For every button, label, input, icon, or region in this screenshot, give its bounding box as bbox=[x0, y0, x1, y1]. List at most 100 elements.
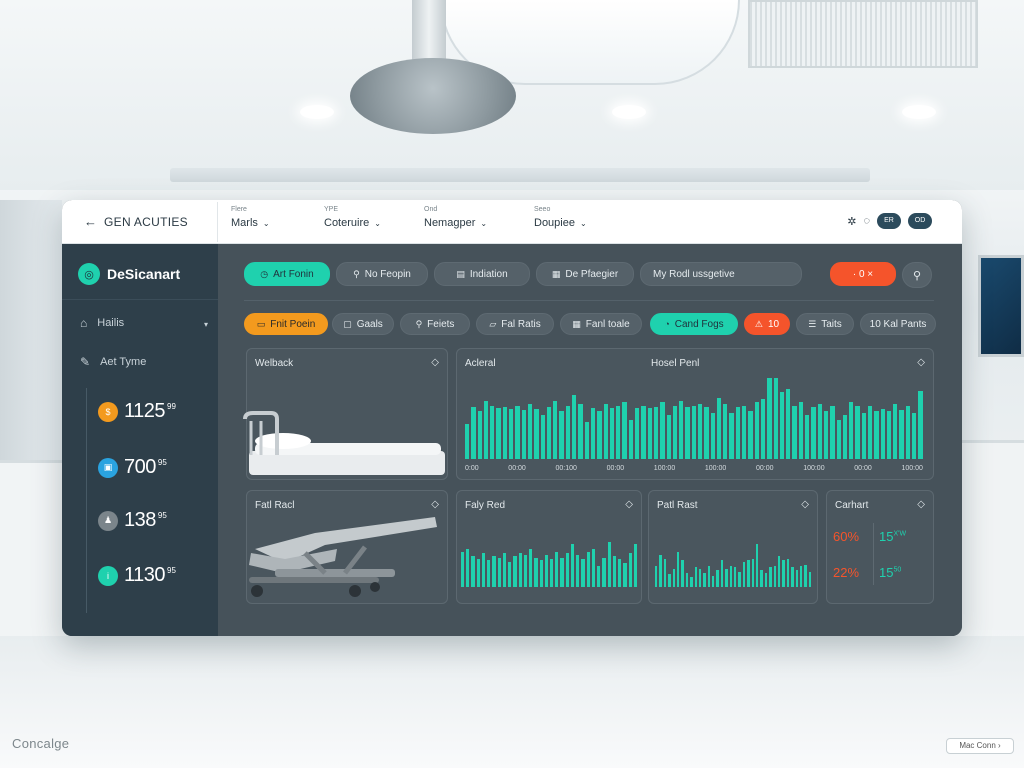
chart-bar bbox=[799, 566, 803, 587]
chart-bar bbox=[760, 570, 763, 587]
folder-icon: ▱ bbox=[489, 318, 497, 329]
chart-bar bbox=[735, 407, 741, 459]
stat-2[interactable]: ▣ 700 95 bbox=[98, 456, 167, 479]
chart-bar bbox=[729, 566, 733, 587]
chart-bar bbox=[723, 403, 728, 459]
expand-icon[interactable]: ◇ bbox=[917, 499, 925, 510]
left-wall-panel bbox=[0, 200, 62, 460]
tab-kal-pants[interactable]: 10 Kal Pants bbox=[860, 313, 936, 335]
chart-bar bbox=[476, 559, 480, 587]
x-tick-label: 100:00 bbox=[653, 465, 676, 472]
tab-de-pfaegier[interactable]: ▦ De Pfaegier bbox=[536, 262, 634, 286]
top-pill-er[interactable]: ER bbox=[877, 213, 901, 229]
search-input[interactable]: My Rodl ussgetive bbox=[640, 262, 802, 286]
home-icon: ⌂ bbox=[80, 316, 88, 330]
tab-fal-ratis[interactable]: ▱ Fal Ratis bbox=[476, 313, 554, 335]
expand-icon[interactable]: ◇ bbox=[801, 499, 809, 510]
chart-bar bbox=[586, 552, 590, 587]
sidebar-header: ◎ DeSicanart bbox=[62, 244, 218, 300]
chart-bar bbox=[607, 542, 611, 587]
panel-title: Carhart bbox=[835, 500, 869, 511]
chart-bar bbox=[786, 559, 790, 587]
brand-label: Concalge bbox=[12, 736, 70, 751]
chart-bar bbox=[529, 549, 533, 587]
tab-alerts[interactable]: ⚠ 10 bbox=[744, 313, 790, 335]
kpi-sup: 50 bbox=[893, 566, 902, 574]
stat-3[interactable]: ♟ 138 95 bbox=[98, 509, 167, 532]
chip-label: · 0 × bbox=[852, 268, 874, 280]
chip-label: Taits bbox=[821, 318, 842, 330]
filter-marls[interactable]: Flere Marls ⌄ bbox=[231, 206, 270, 229]
sidebar-item-hailis[interactable]: ⌂ Hailis bbox=[80, 316, 124, 330]
x-tick-label: 00:00 bbox=[606, 465, 625, 472]
stat-1[interactable]: $ 1125 99 bbox=[98, 400, 176, 423]
tab-no-feopin[interactable]: ⚲ No Feopin bbox=[336, 262, 428, 286]
grid-icon: ▦ bbox=[572, 318, 581, 329]
ceiling-spotlight bbox=[612, 105, 646, 119]
sidebar-item-aet-tyme[interactable]: ✎ Aet Tyme bbox=[80, 355, 146, 369]
chart-bar bbox=[576, 554, 580, 587]
document-icon: ▤ bbox=[456, 268, 465, 279]
tab-taits[interactable]: ☰ Taits bbox=[796, 313, 854, 335]
ceiling-beam bbox=[170, 168, 870, 182]
top-pill-od[interactable]: OD bbox=[908, 213, 932, 229]
chart-bar bbox=[738, 571, 741, 587]
arrow-left-icon[interactable]: ← bbox=[84, 214, 97, 229]
chart-bar bbox=[521, 410, 526, 459]
tab-cand-fogs[interactable]: ◔ Cand Fogs bbox=[650, 313, 738, 335]
box-icon: ▢ bbox=[343, 318, 352, 329]
chart-bar bbox=[590, 408, 596, 459]
tab-feiets[interactable]: ⚲ Feiets bbox=[400, 313, 470, 335]
chart-bar bbox=[572, 394, 577, 459]
filter-nemagper[interactable]: Ond Nemagper ⌄ bbox=[424, 206, 487, 229]
filter-doupiee[interactable]: Seeo Doupiee ⌄ bbox=[534, 206, 587, 229]
tab-fnit-poein[interactable]: ▭ Fnit Poein bbox=[244, 313, 328, 335]
filter-icon: ⚲ bbox=[415, 318, 423, 329]
chart-bar bbox=[707, 566, 711, 587]
chart-bar bbox=[622, 401, 627, 459]
chart-bar bbox=[471, 407, 476, 459]
alert-filter-button[interactable]: · 0 × bbox=[830, 262, 896, 286]
chart-bar bbox=[471, 555, 475, 587]
chart-bar bbox=[477, 411, 482, 459]
floor bbox=[0, 636, 1024, 768]
tab-fanl-toale[interactable]: ▦ Fanl toale bbox=[560, 313, 642, 335]
chevron-down-icon[interactable]: ▾ bbox=[204, 320, 208, 329]
tab-indiation[interactable]: ▤ Indiation bbox=[434, 262, 530, 286]
stat-4[interactable]: i 1130 95 bbox=[98, 564, 176, 587]
chart-bar bbox=[659, 554, 662, 587]
chart-bar bbox=[767, 378, 772, 459]
chart-bar bbox=[720, 560, 724, 587]
chart-bar bbox=[565, 553, 569, 587]
chart-bar bbox=[849, 401, 854, 459]
kpi-value: 60% bbox=[833, 529, 860, 544]
search-icon[interactable]: ⚲ bbox=[902, 262, 932, 288]
divider bbox=[873, 523, 874, 585]
footer-button[interactable]: Mac Conn › bbox=[946, 738, 1014, 754]
chart-bar bbox=[628, 420, 634, 459]
chart-bar bbox=[836, 420, 841, 459]
chart-bar bbox=[581, 559, 585, 587]
refresh-icon[interactable]: ◌ bbox=[863, 215, 870, 227]
tab-art-fonin[interactable]: ◷ Art Fonin bbox=[244, 262, 330, 286]
chart-bar bbox=[534, 557, 538, 587]
chart-bar bbox=[544, 554, 548, 587]
chart-bar bbox=[502, 406, 508, 459]
expand-icon[interactable]: ◇ bbox=[431, 357, 439, 368]
edit-icon: ✎ bbox=[80, 355, 91, 369]
filter-caption: Ond bbox=[424, 206, 438, 213]
chart-bar bbox=[734, 567, 737, 587]
calendar-icon: ▦ bbox=[551, 268, 561, 279]
ceiling-spotlight bbox=[902, 105, 936, 119]
dashboard-window: ← GEN ACUTIES Flere Marls ⌄ YPE Coteruire… bbox=[62, 200, 962, 636]
panel-welback: Welback ◇ bbox=[243, 348, 448, 480]
tab-gaals[interactable]: ▢ Gaals bbox=[332, 313, 394, 335]
chip-label: No Feopin bbox=[364, 268, 411, 280]
expand-icon[interactable]: ◇ bbox=[625, 499, 633, 510]
panel-patl-rast: Patl Rast ◇ bbox=[648, 490, 818, 604]
chart-bar bbox=[798, 401, 804, 459]
chart-bar bbox=[672, 405, 678, 459]
chart-bar bbox=[527, 403, 533, 459]
filter-coteruire[interactable]: YPE Coteruire ⌄ bbox=[324, 206, 381, 229]
settings-icon[interactable]: ✲ bbox=[847, 215, 856, 228]
